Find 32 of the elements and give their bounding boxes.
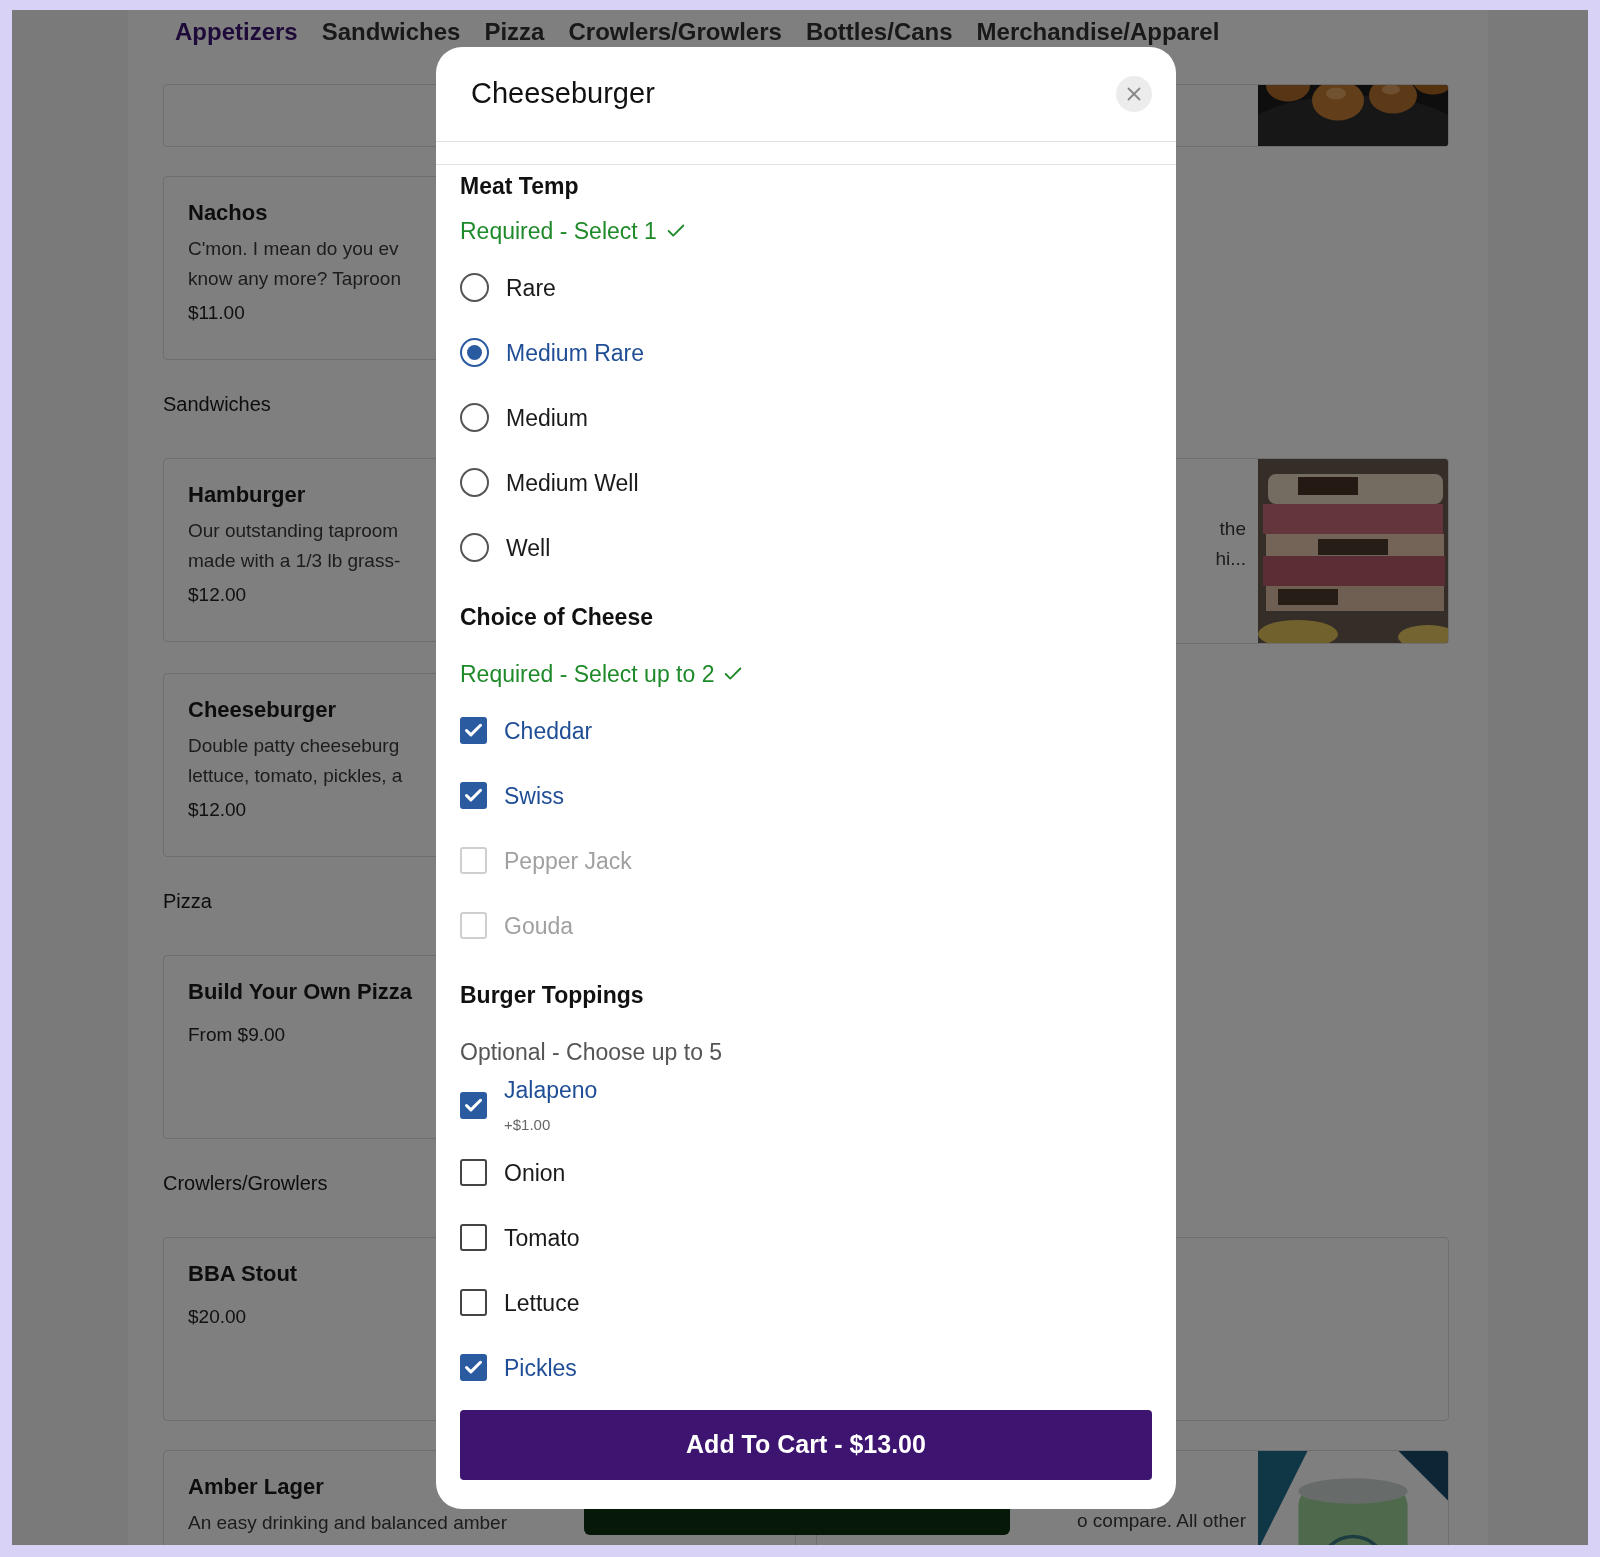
section-heading: Crowlers/Growlers [163,1171,328,1195]
item-price: From $9.00 [188,1023,286,1047]
item-name: Hamburger [188,481,306,509]
item-description: Our outstanding taproom [188,519,399,543]
requirement-text: Required - Select up to 2 [460,659,715,689]
item-name: Amber Lager [188,1473,324,1501]
group-heading: Burger Toppings [460,981,645,1010]
item-description: Double patty cheeseburg [188,734,400,758]
item-name: BBA Stout [188,1260,298,1288]
section-heading: Sandwiches [163,392,271,416]
item-description: o compare. All other [1077,1509,1246,1533]
item-description: C'mon. I mean do you ev [188,237,399,261]
section-heading: Pizza [163,889,212,913]
item-description: made with a 1/3 lb grass- [188,549,401,573]
item-description: hi... [1215,547,1246,571]
requirement-text: Optional - Choose up to 5 [460,1038,724,1067]
item-description: An easy drinking and balanced amber [188,1511,507,1535]
item-name: Cheeseburger [188,696,336,724]
item-price: $20.00 [188,1305,247,1329]
item-description: know any more? Taproon [188,267,401,291]
item-price: $12.00 [188,583,247,607]
requirement-text: Required - Select 1 [460,216,657,246]
dialog-title: Cheeseburger [471,76,655,112]
item-price: $11.00 [188,301,245,325]
item-description: lettuce, tomato, pickles, a [188,764,403,788]
group-heading: Choice of Cheese [460,603,654,632]
group-heading: Meat Temp [460,172,580,201]
option-price: +$1.00 [504,1114,552,1135]
item-name: Nachos [188,199,268,227]
item-description: the [1219,517,1246,541]
item-price: $12.00 [188,798,247,822]
item-name: Build Your Own Pizza [188,978,413,1006]
